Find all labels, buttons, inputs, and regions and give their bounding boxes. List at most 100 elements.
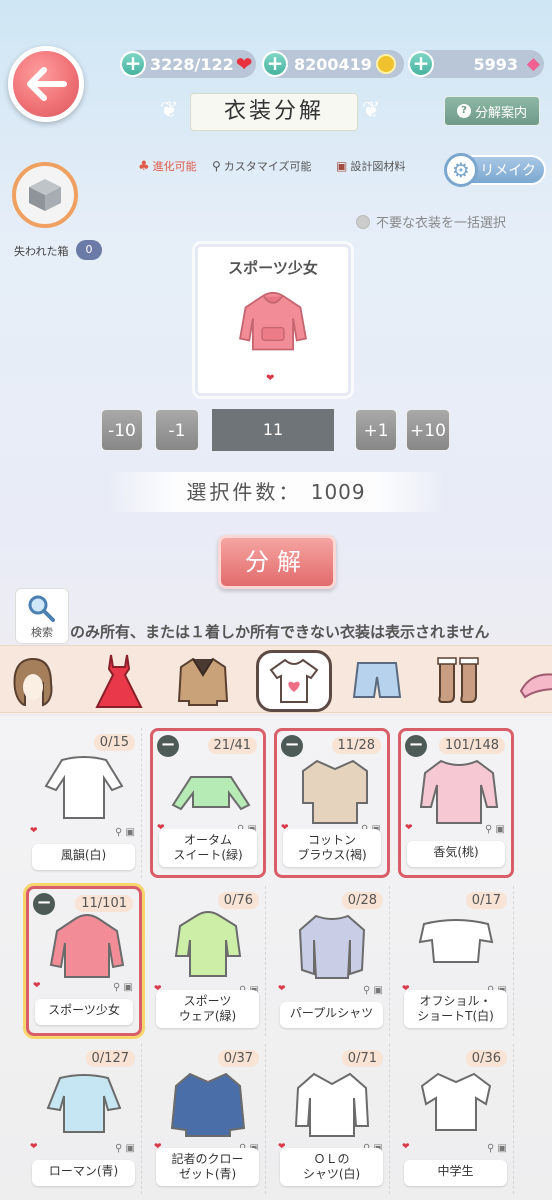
item-grid: 0/15 ❤ ⚲ ▣ 風韻(白) − 21/41 ❤ ⚲ ▣ オータム スイート(緑) − 11/2… xyxy=(0,716,552,1200)
item-card[interactable]: −11/28❤⚲ ▣コットン ブラウス(褐) xyxy=(274,728,390,878)
tab-bottom[interactable] xyxy=(350,654,404,708)
lost-box-count: 0 xyxy=(76,240,102,260)
decompose-guide-button[interactable]: ? 分解案内 xyxy=(444,96,540,126)
garment-icon xyxy=(171,776,251,811)
item-card[interactable]: 0/37❤⚲ ▣記者のクロー ゼット(青) xyxy=(150,1044,266,1194)
preview-item-name: スポーツ少女 xyxy=(228,259,318,277)
selected-item-preview: スポーツ少女 ❤ xyxy=(195,244,351,396)
minus-10-button[interactable]: -10 xyxy=(101,409,143,451)
minus-1-button[interactable]: -1 xyxy=(155,409,199,451)
title-ornament-left-icon: ❦ xyxy=(160,98,179,123)
heart-icon: ❤ xyxy=(402,1142,410,1152)
tab-dress[interactable] xyxy=(92,654,146,708)
item-name: 中学生 xyxy=(404,1160,507,1186)
item-name: オフショル・ ショートT(白) xyxy=(404,990,507,1028)
selected-count-value: 1009 xyxy=(310,480,366,504)
item-card[interactable]: 0/71❤⚲ ▣ＯＬの シャツ(白) xyxy=(274,1044,390,1194)
plus-10-button[interactable]: +10 xyxy=(406,409,450,451)
garment-icon xyxy=(170,1072,246,1137)
add-coins-button[interactable]: + xyxy=(262,51,288,77)
plus-1-button[interactable]: +1 xyxy=(355,409,397,451)
garment-icon xyxy=(44,756,124,819)
tshirt-icon xyxy=(269,658,319,703)
coat-icon xyxy=(177,657,229,706)
heart-icon: ❤ xyxy=(235,52,253,76)
decompose-button[interactable]: 分解 xyxy=(218,535,336,589)
socks-icon xyxy=(437,657,479,703)
item-tag-icons: ⚲ ▣ xyxy=(115,1143,135,1154)
deselect-button[interactable]: − xyxy=(33,893,55,915)
gear-icon: ⚙ xyxy=(444,153,478,187)
heart-icon: ❤ xyxy=(405,823,413,833)
item-card[interactable]: 0/76❤⚲ ▣スポーツ ウェア(緑) xyxy=(150,886,266,1036)
legend-evolve: ♣ 進化可能 xyxy=(138,158,197,174)
item-name: ＯＬの シャツ(白) xyxy=(280,1148,383,1186)
item-tag-icons: ⚲ ▣ xyxy=(115,827,135,838)
box-icon xyxy=(29,179,61,211)
search-button[interactable]: 検索 xyxy=(15,588,69,644)
item-tag-icons: ⚲ ▣ xyxy=(113,982,133,993)
heart-icon: ❤ xyxy=(278,984,286,994)
quantity-field[interactable]: 11 xyxy=(212,409,334,451)
item-name: オータム スイート(緑) xyxy=(159,829,257,867)
add-stamina-button[interactable]: + xyxy=(120,51,146,77)
item-name: コットン ブラウス(褐) xyxy=(283,829,381,867)
item-tag-icons: ⚲ ▣ xyxy=(487,1143,507,1154)
item-name: 記者のクロー ゼット(青) xyxy=(156,1148,259,1186)
coin-icon xyxy=(375,54,396,74)
item-count: 11/28 xyxy=(331,737,381,754)
stamina-counter: + 3228/122 ❤ xyxy=(120,50,256,78)
tab-top[interactable] xyxy=(256,650,332,712)
add-diamonds-button[interactable]: + xyxy=(408,51,434,77)
item-card[interactable]: −101/148 ❤ ⚲ ▣ 香気(桃) xyxy=(398,728,514,878)
tab-socks[interactable] xyxy=(432,654,486,708)
item-count: 0/17 xyxy=(465,892,507,909)
remake-button[interactable]: ⚙ リメイク xyxy=(444,153,546,187)
heart-icon: ❤ xyxy=(266,373,275,384)
item-count: 0/36 xyxy=(465,1050,507,1067)
item-count: 21/41 xyxy=(207,737,257,754)
back-button[interactable] xyxy=(8,46,84,122)
lost-box-button[interactable] xyxy=(12,162,78,228)
guide-label: 分解案内 xyxy=(474,105,527,121)
shorts-icon xyxy=(352,662,402,698)
garment-icon xyxy=(174,911,242,977)
item-name: スポーツ少女 xyxy=(35,999,133,1025)
item-tag-icons: ⚲ ▣ xyxy=(485,824,505,835)
dress-icon xyxy=(95,654,143,708)
item-name: 香気(桃) xyxy=(407,841,505,867)
diamond-value: 5993 xyxy=(473,54,518,74)
item-card[interactable]: 0/15 ❤ ⚲ ▣ 風韻(白) xyxy=(26,728,142,878)
deselect-button[interactable]: − xyxy=(281,735,303,757)
item-card[interactable]: 0/28 ❤ ⚲ ▣ パープルシャツ xyxy=(274,886,390,1036)
diamond-icon: ◆ xyxy=(526,54,540,74)
garment-icon xyxy=(298,914,366,979)
pink-hoodie-icon xyxy=(239,291,307,351)
item-count: 0/15 xyxy=(93,734,135,751)
stamina-value: 3228/122 xyxy=(150,54,234,74)
coin-counter: + 8200419 xyxy=(262,50,404,78)
customize-icon: ⚲ xyxy=(212,159,221,173)
garment-icon xyxy=(294,1072,370,1137)
radio-icon xyxy=(356,214,370,229)
item-card[interactable]: 0/127 ❤ ⚲ ▣ ローマン(青) xyxy=(26,1044,142,1194)
evolve-icon: ♣ xyxy=(138,158,150,174)
bulk-select-toggle[interactable]: 不要な衣装を一括選択 xyxy=(356,212,506,231)
tab-coat[interactable] xyxy=(176,654,230,708)
tab-hair[interactable] xyxy=(6,654,60,708)
garment-icon xyxy=(418,919,494,963)
garment-icon xyxy=(302,759,368,824)
category-tabs xyxy=(0,645,552,713)
deselect-button[interactable]: − xyxy=(157,735,179,757)
legend-blueprint: ▣ 設計図材料 xyxy=(336,159,406,173)
item-card[interactable]: −21/41❤⚲ ▣オータム スイート(緑) xyxy=(150,728,266,878)
garment-icon xyxy=(420,1072,492,1131)
item-card[interactable]: 0/36 ❤ ⚲ ▣ 中学生 xyxy=(398,1044,514,1194)
deselect-button[interactable]: − xyxy=(405,735,427,757)
item-card[interactable]: − 11/101 ❤ ⚲ ▣ スポーツ少女 xyxy=(26,886,142,1036)
hidden-items-notice: のみ所有、または１着しか所有できない衣装は表示されません xyxy=(70,623,490,641)
item-count: 0/127 xyxy=(85,1050,135,1067)
legend-customize: ⚲ カスタマイズ可能 xyxy=(212,159,312,173)
item-card[interactable]: 0/17❤⚲ ▣オフショル・ ショートT(白) xyxy=(398,886,514,1036)
tab-shoes[interactable] xyxy=(510,654,552,708)
